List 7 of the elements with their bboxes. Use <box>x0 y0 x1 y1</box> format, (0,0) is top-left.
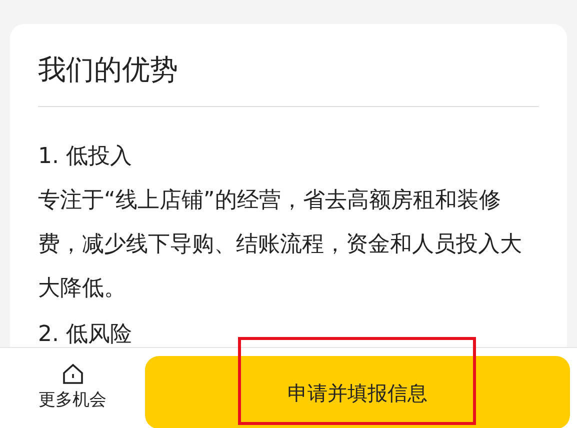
more-opportunities-label[interactable]: 更多机会 <box>38 388 106 414</box>
apply-button[interactable]: 申请并填报信息 <box>145 356 570 428</box>
item-heading: 2. 低风险 <box>38 321 133 347</box>
section-title: 我们的优势 <box>38 52 179 88</box>
home-icon[interactable] <box>60 362 84 386</box>
item-description: 专注于“线上店铺”的经营，省去高额房租和装修费，减少线下导购、结账流程，资金和人员投入大大降低。 <box>38 187 523 303</box>
item-heading: 1. 低投入 <box>38 143 133 171</box>
